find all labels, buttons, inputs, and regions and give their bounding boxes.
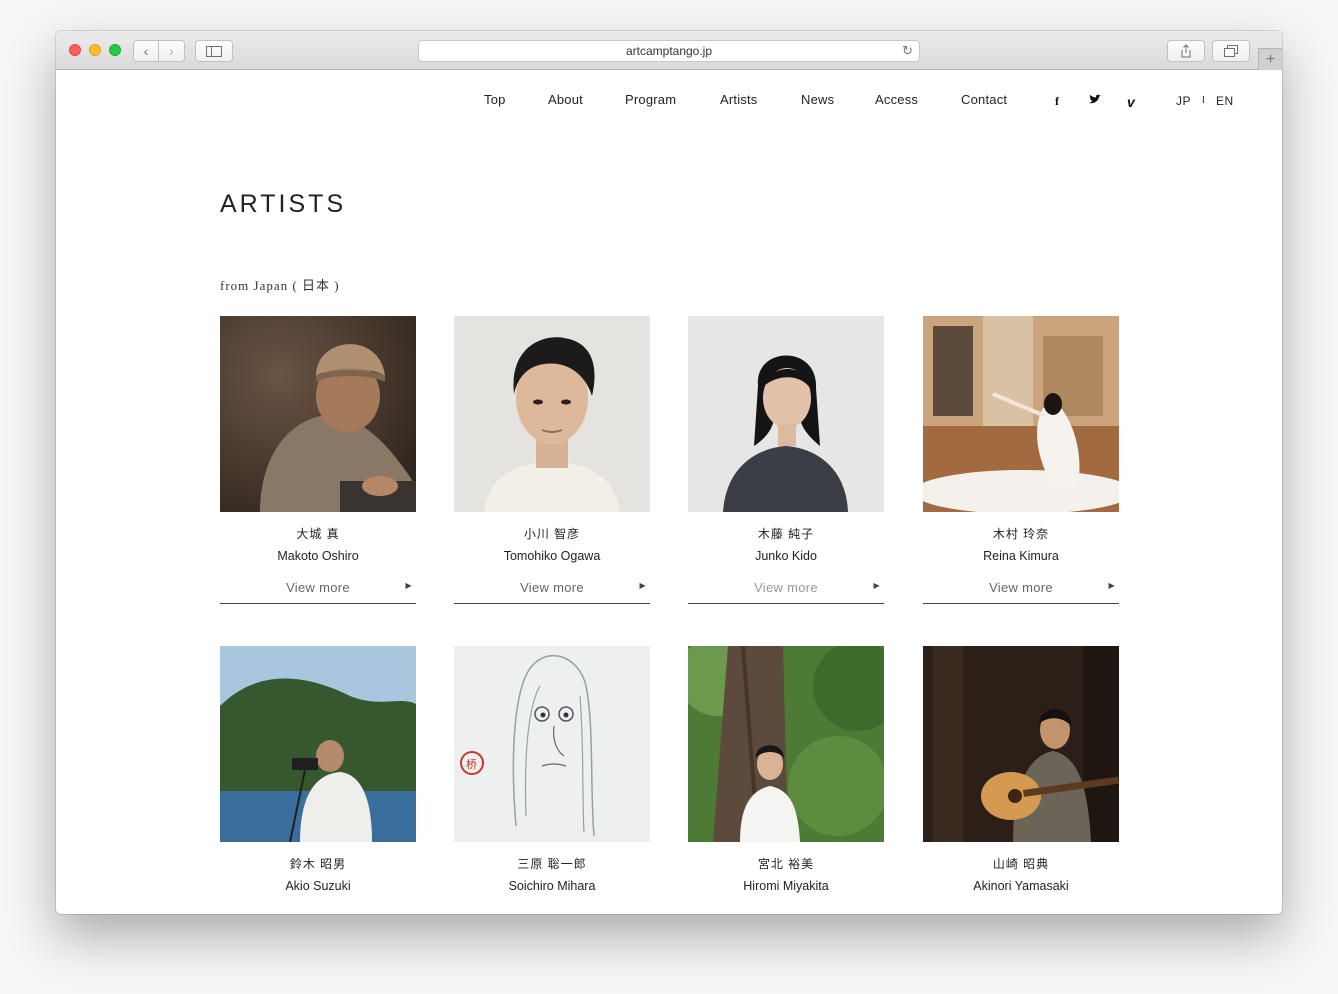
artist-card: 桥 三原 聡一郎 Soichiro Mihara [454,646,650,895]
view-more-link[interactable]: View more ▶ [923,580,1119,604]
page-content: Top About Program Artists News Access Co… [56,70,1282,914]
triangle-right-icon: ▶ [639,581,646,590]
artist-name-en: Makoto Oshiro [277,549,359,563]
twitter-icon[interactable] [1088,94,1102,108]
artist-photo[interactable] [454,316,650,512]
artist-card: 木藤 純子 Junko Kido View more ▶ [688,316,884,604]
address-bar[interactable]: artcamptango.jp ↻ [418,40,920,62]
history-nav: ‹ › [133,40,186,62]
nav-contact[interactable]: Contact [961,92,1007,107]
artist-photo[interactable] [923,316,1119,512]
lang-separator: I [1202,95,1206,106]
artist-name-en: Reina Kimura [983,549,1059,563]
nav-top[interactable]: Top [484,92,506,107]
lang-jp-link[interactable]: JP [1176,94,1191,108]
artist-card: 宮北 裕美 Hiromi Miyakita [688,646,884,895]
sidebar-toggle-button[interactable] [195,40,233,62]
browser-window: ‹ › artcamptango.jp ↻ + Top About Progra… [56,31,1282,914]
view-more-label: View more [754,580,818,595]
artist-name-en: Akio Suzuki [285,879,351,893]
view-more-link[interactable]: View more ▶ [454,580,650,604]
plus-icon: + [1265,50,1276,68]
view-more-label: View more [520,580,584,595]
artist-photo[interactable] [220,316,416,512]
tabs-icon [1224,45,1238,57]
browser-toolbar: ‹ › artcamptango.jp ↻ + [56,31,1282,70]
page-title: ARTISTS [220,190,347,218]
reload-icon[interactable]: ↻ [902,43,913,59]
lang-en-link[interactable]: EN [1216,94,1234,108]
new-tab-button[interactable]: + [1258,48,1282,70]
facebook-icon[interactable]: f [1055,94,1059,109]
view-more-label: View more [286,580,350,595]
view-more-label: View more [989,580,1053,595]
artist-name-jp: 小川 智彦 [523,527,581,541]
svg-text:桥: 桥 [466,758,477,771]
share-button[interactable] [1167,40,1205,62]
close-window-button[interactable] [69,44,81,56]
minimize-window-button[interactable] [89,44,101,56]
triangle-right-icon: ▶ [1108,581,1115,590]
artist-photo[interactable] [688,316,884,512]
artist-card: 小川 智彦 Tomohiko Ogawa View more ▶ [454,316,650,604]
artist-name-jp: 木藤 純子 [757,527,815,541]
nav-access[interactable]: Access [875,92,918,107]
chevron-right-icon: › [169,43,174,59]
section-label: from Japan ( 日本 ) [220,278,340,293]
zoom-window-button[interactable] [109,44,121,56]
artist-name-en: Soichiro Mihara [508,879,596,893]
artist-photo[interactable] [688,646,884,842]
artist-card: 大城 真 Makoto Oshiro View more ▶ [220,316,416,604]
artist-photo[interactable]: 桥 [454,646,650,842]
artist-name-jp: 三原 聡一郎 [517,857,587,871]
nav-news[interactable]: News [801,92,834,107]
artist-card: 木村 玲奈 Reina Kimura View more ▶ [923,316,1119,604]
artist-name-jp: 宮北 裕美 [757,857,815,871]
artist-name-en: Tomohiko Ogawa [503,549,601,563]
chevron-left-icon: ‹ [143,43,149,59]
nav-artists[interactable]: Artists [720,92,758,107]
artist-name-en: Akinori Yamasaki [973,879,1069,893]
artist-photo[interactable] [923,646,1119,842]
artist-card: 鈴木 昭男 Akio Suzuki [220,646,416,895]
vimeo-icon[interactable]: v [1127,94,1135,110]
view-more-link[interactable]: View more ▶ [220,580,416,604]
triangle-right-icon: ▶ [873,581,880,590]
artist-name-jp: 山崎 昭典 [992,857,1050,871]
nav-program[interactable]: Program [625,92,676,107]
tabs-overview-button[interactable] [1212,40,1250,62]
artist-name-jp: 鈴木 昭男 [289,857,347,871]
artist-card: 山崎 昭典 Akinori Yamasaki [923,646,1119,895]
share-icon [1181,44,1191,58]
url-text: artcamptango.jp [625,44,713,58]
artist-photo[interactable] [220,646,416,842]
forward-button[interactable]: › [159,40,185,62]
nav-about[interactable]: About [548,92,583,107]
artist-name-jp: 大城 真 [296,527,340,541]
sidebar-icon [206,45,222,57]
triangle-right-icon: ▶ [405,581,412,590]
artist-name-en: Junko Kido [755,549,817,563]
view-more-link[interactable]: View more ▶ [688,580,884,604]
artist-name-jp: 木村 玲奈 [992,527,1050,541]
back-button[interactable]: ‹ [133,40,159,62]
artist-name-en: Hiromi Miyakita [743,879,829,893]
